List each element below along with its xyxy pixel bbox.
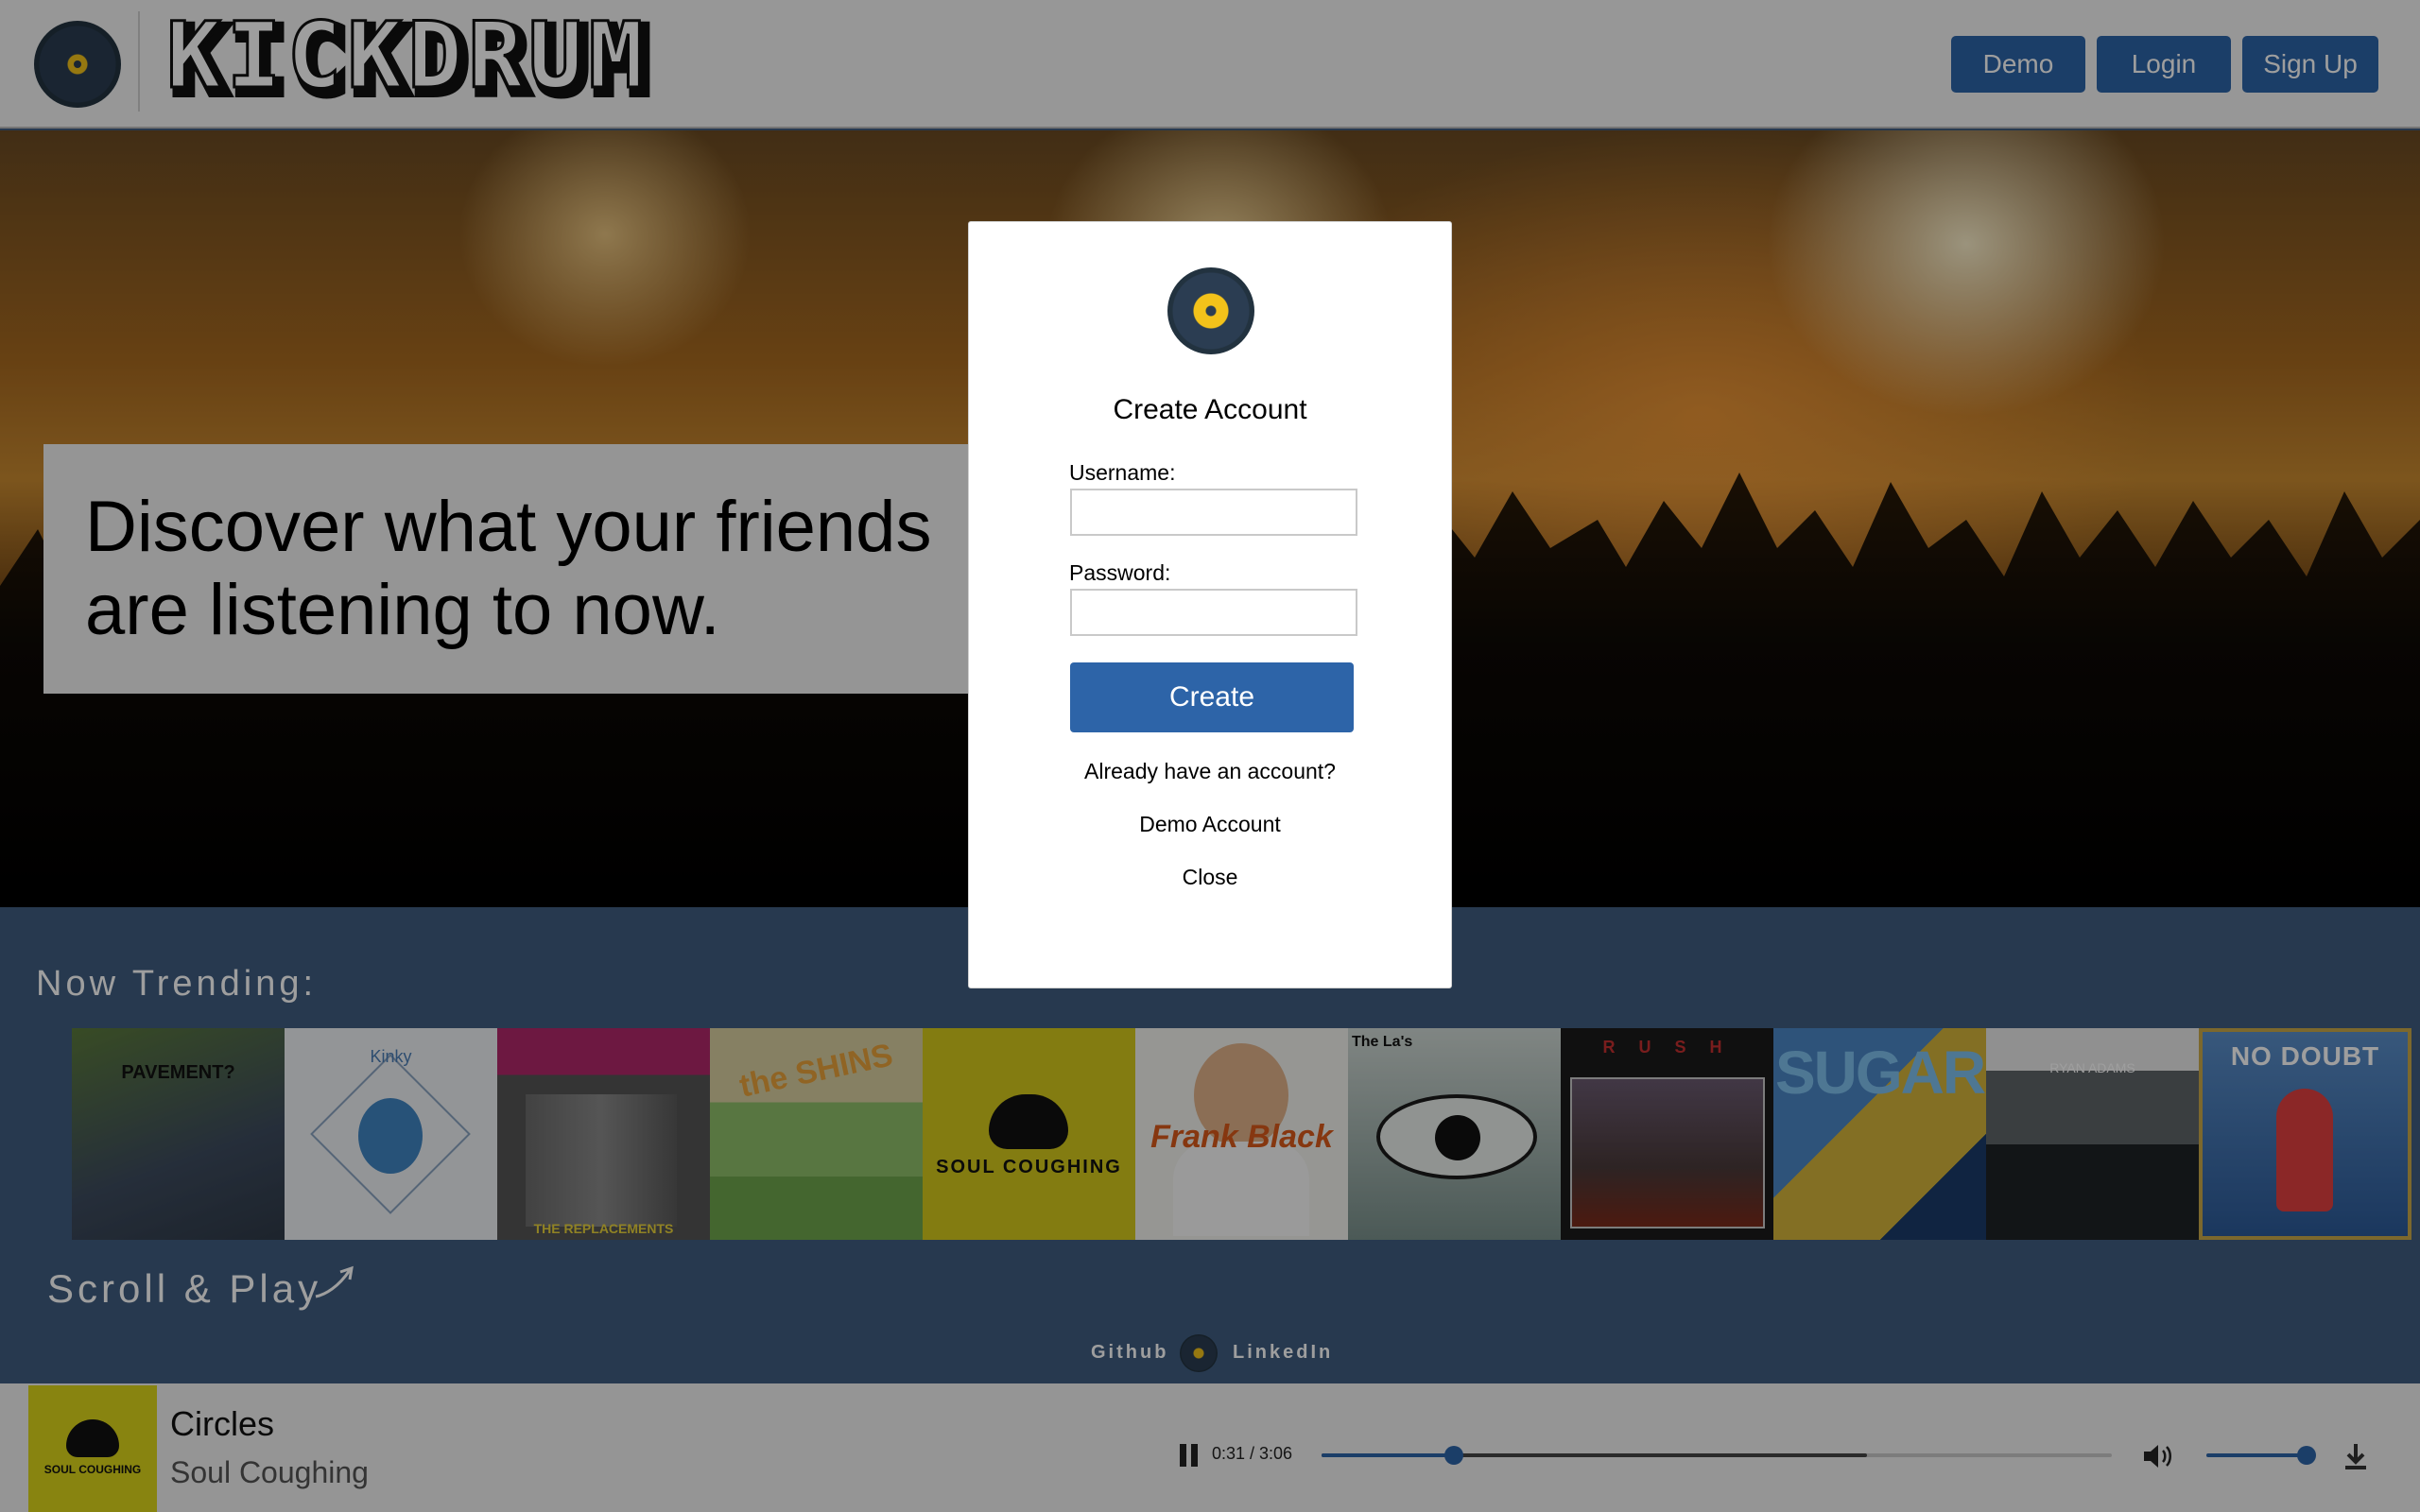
close-link[interactable]: Close	[969, 865, 1451, 890]
vinyl-logo-icon	[1167, 267, 1254, 354]
create-account-modal: Create Account Username: Password: Creat…	[968, 221, 1452, 988]
username-label: Username:	[1069, 460, 1176, 485]
username-input[interactable]	[1070, 489, 1357, 536]
password-label: Password:	[1069, 560, 1171, 585]
create-button[interactable]: Create	[1070, 662, 1354, 732]
already-have-account-link[interactable]: Already have an account?	[969, 759, 1451, 784]
password-input[interactable]	[1070, 589, 1357, 636]
modal-title: Create Account	[1113, 394, 1307, 425]
demo-account-link[interactable]: Demo Account	[969, 812, 1451, 837]
